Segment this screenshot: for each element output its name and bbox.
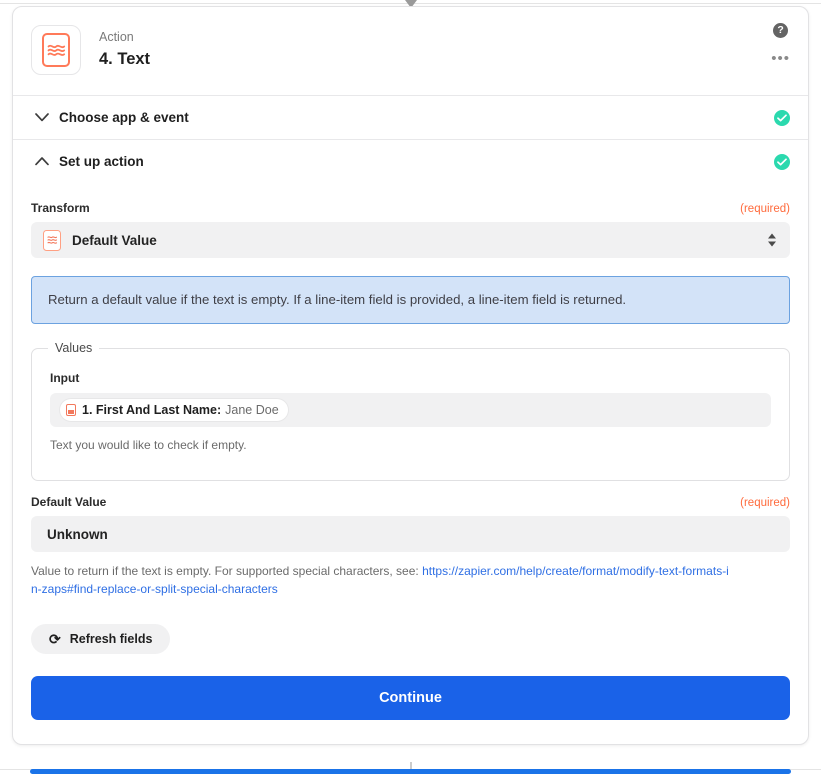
default-value-help-text: Value to return if the text is empty. Fo… xyxy=(31,562,731,598)
section-label: Choose app & event xyxy=(59,110,189,125)
default-value-help-prefix: Value to return if the text is empty. Fo… xyxy=(31,564,423,578)
step-header-actions: ? ••• xyxy=(771,23,790,66)
step-kicker: Action xyxy=(99,30,134,44)
input-help-text: Text you would like to check if empty. xyxy=(50,438,247,452)
trigger-step-icon xyxy=(66,404,76,416)
help-icon[interactable]: ? xyxy=(773,23,789,38)
section-set-up-action[interactable]: Set up action xyxy=(13,139,808,183)
values-legend: Values xyxy=(48,341,100,355)
continue-button[interactable]: Continue xyxy=(31,676,790,720)
transform-select[interactable]: Default Value xyxy=(31,222,790,258)
next-step-bar[interactable] xyxy=(30,769,791,774)
status-badge-complete xyxy=(774,109,790,126)
default-value-input[interactable]: Unknown xyxy=(31,516,790,552)
default-value-label-row: Default Value (required) xyxy=(31,495,790,509)
section-label: Set up action xyxy=(59,154,144,169)
default-value-required-tag: (required) xyxy=(740,497,790,509)
formatter-text-icon xyxy=(31,25,81,75)
action-step-card: Action 4. Text ? ••• Choose app & event xyxy=(12,6,809,745)
chevron-up-icon xyxy=(31,157,53,166)
transform-label: Transform xyxy=(31,201,90,215)
input-field[interactable]: 1. First And Last Name: Jane Doe xyxy=(50,393,771,427)
input-label: Input xyxy=(50,371,80,385)
refresh-icon: ⟳ xyxy=(49,631,61,647)
select-stepper-icon[interactable] xyxy=(768,233,776,247)
transform-required-tag: (required) xyxy=(740,203,790,215)
values-fieldset: Values Input 1. First And Last Name: Jan… xyxy=(31,341,790,481)
step-header-text: Action 4. Text xyxy=(99,25,150,70)
status-badge-complete xyxy=(774,153,790,170)
more-options-icon[interactable]: ••• xyxy=(771,51,790,66)
refresh-fields-button[interactable]: ⟳ Refresh fields xyxy=(31,624,171,654)
section-choose-app-event[interactable]: Choose app & event xyxy=(13,95,808,139)
transform-description-callout: Return a default value if the text is em… xyxy=(31,276,790,324)
formatter-text-mini-icon xyxy=(43,229,61,251)
set-up-action-body: Transform (required) Default Value Retur… xyxy=(13,183,808,744)
chevron-down-icon xyxy=(31,113,53,122)
page-title: 4. Text xyxy=(99,50,151,68)
refresh-fields-label: Refresh fields xyxy=(69,632,153,646)
token-key: 1. First And Last Name: xyxy=(82,403,222,417)
mapped-field-token[interactable]: 1. First And Last Name: Jane Doe xyxy=(60,399,288,421)
step-header[interactable]: Action 4. Text ? ••• xyxy=(13,7,808,95)
connector-line xyxy=(0,3,821,4)
token-value: Jane Doe xyxy=(225,403,279,417)
transform-label-row: Transform (required) xyxy=(31,201,790,215)
transform-selected-value: Default Value xyxy=(72,232,157,248)
default-value-label: Default Value xyxy=(31,495,107,509)
